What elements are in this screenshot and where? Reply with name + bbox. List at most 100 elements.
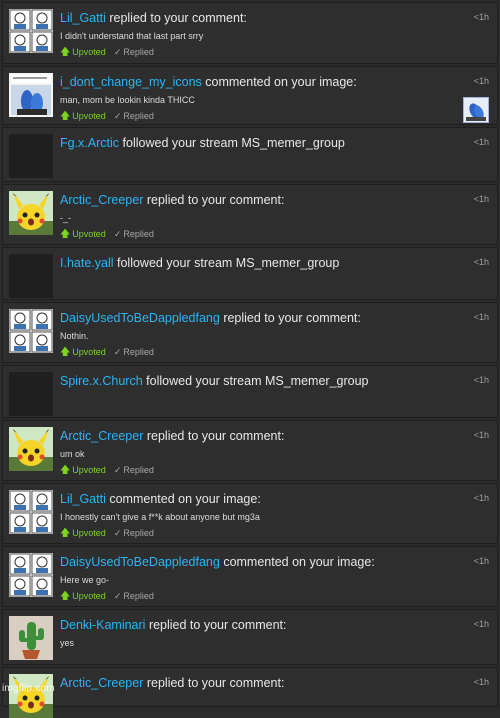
notification-action: followed your stream MS_memer_group xyxy=(146,374,369,388)
checkmark-icon: ✓ xyxy=(113,111,122,121)
feet-image-avatar-icon[interactable] xyxy=(9,73,53,117)
notification-action: replied to your comment: xyxy=(146,429,285,443)
status-row: 🡅 Upvoted ✓ Replied xyxy=(60,47,154,58)
comment-text: Here we go- xyxy=(60,575,110,585)
upvote-button[interactable]: 🡅 Upvoted xyxy=(60,229,106,240)
reply-button[interactable]: ✓ Replied xyxy=(114,591,154,601)
up-arrow-icon: 🡅 xyxy=(60,528,71,539)
blank-avatar-icon[interactable] xyxy=(9,134,53,178)
notification-item[interactable]: Denki-Kaminari replied to your comment: y… xyxy=(2,609,498,665)
timestamp: <1h xyxy=(473,375,489,385)
notification-item[interactable]: i_dont_change_my_icons commented on your… xyxy=(2,66,498,125)
upvoted-label: Upvoted xyxy=(72,528,106,538)
up-arrow-icon: 🡅 xyxy=(60,465,71,476)
notification-item[interactable]: Arctic_Creeper replied to your comment: -… xyxy=(2,184,498,245)
upvoted-label: Upvoted xyxy=(72,591,106,601)
up-arrow-icon: 🡅 xyxy=(60,47,71,58)
status-row: 🡅 Upvoted ✓ Replied xyxy=(60,111,154,122)
checkmark-icon: ✓ xyxy=(113,229,122,239)
notification-item[interactable]: Fg.x.Arctic followed your stream MS_meme… xyxy=(2,127,498,182)
timestamp: <1h xyxy=(473,677,489,687)
blank-avatar-icon[interactable] xyxy=(9,372,53,416)
replied-label: Replied xyxy=(123,347,154,357)
timestamp: <1h xyxy=(473,137,489,147)
upvoted-label: Upvoted xyxy=(72,229,106,239)
notification-item[interactable]: I.hate.yall followed your stream MS_meme… xyxy=(2,247,498,300)
comment-text: I didn't understand that last part srry xyxy=(60,31,204,41)
upvoted-label: Upvoted xyxy=(72,347,106,357)
cactus-avatar-icon[interactable] xyxy=(9,616,53,660)
checkmark-icon: ✓ xyxy=(113,347,122,357)
notification-item[interactable]: Arctic_Creeper replied to your comment: <… xyxy=(2,667,498,718)
username-link[interactable]: Fg.x.Arctic xyxy=(60,136,119,150)
notification-item[interactable]: Arctic_Creeper replied to your comment: u… xyxy=(2,420,498,481)
username-link[interactable]: i_dont_change_my_icons xyxy=(60,75,202,89)
notification-headline: Lil_Gatti commented on your image: xyxy=(60,492,457,507)
imgflip-watermark: imgflip.com xyxy=(2,683,55,694)
reply-button[interactable]: ✓ Replied xyxy=(114,465,154,475)
username-link[interactable]: DaisyUsedToBeDappledfang xyxy=(60,555,220,569)
image-thumbnail-icon[interactable] xyxy=(463,97,489,123)
notification-action: commented on your image: xyxy=(223,555,375,569)
upvote-button[interactable]: 🡅 Upvoted xyxy=(60,528,106,539)
reply-button[interactable]: ✓ Replied xyxy=(114,111,154,121)
meme-face-avatar-icon[interactable] xyxy=(9,309,53,353)
pikachu-avatar-icon[interactable] xyxy=(9,427,53,471)
pikachu-avatar-icon[interactable] xyxy=(9,191,53,235)
reply-button[interactable]: ✓ Replied xyxy=(114,528,154,538)
notification-item[interactable]: Spire.x.Church followed your stream MS_m… xyxy=(2,365,498,418)
meme-face-avatar-icon[interactable] xyxy=(9,553,53,597)
notification-action: replied to your comment: xyxy=(223,311,361,325)
comment-text: yes xyxy=(60,638,75,648)
timestamp: <1h xyxy=(473,312,489,322)
upvoted-label: Upvoted xyxy=(72,465,106,475)
username-link[interactable]: Lil_Gatti xyxy=(60,11,106,25)
timestamp: <1h xyxy=(473,194,489,204)
replied-label: Replied xyxy=(123,465,154,475)
notification-headline: I.hate.yall followed your stream MS_meme… xyxy=(60,256,457,271)
upvoted-label: Upvoted xyxy=(72,111,106,121)
replied-label: Replied xyxy=(123,528,154,538)
notification-item[interactable]: DaisyUsedToBeDappledfang replied to your… xyxy=(2,302,498,363)
meme-face-avatar-icon[interactable] xyxy=(9,490,53,534)
notification-action: followed your stream MS_memer_group xyxy=(117,256,340,270)
notification-headline: Arctic_Creeper replied to your comment: xyxy=(60,676,457,691)
blank-avatar-icon[interactable] xyxy=(9,254,53,298)
reply-button[interactable]: ✓ Replied xyxy=(114,229,154,239)
upvote-button[interactable]: 🡅 Upvoted xyxy=(60,347,106,358)
username-link[interactable]: Denki-Kaminari xyxy=(60,618,145,632)
comment-text: man, mom be lookin kinda THICC xyxy=(60,95,195,105)
checkmark-icon: ✓ xyxy=(113,591,122,601)
replied-label: Replied xyxy=(123,229,154,239)
username-link[interactable]: DaisyUsedToBeDappledfang xyxy=(60,311,220,325)
upvote-button[interactable]: 🡅 Upvoted xyxy=(60,47,106,58)
upvote-button[interactable]: 🡅 Upvoted xyxy=(60,465,106,476)
username-link[interactable]: Arctic_Creeper xyxy=(60,193,143,207)
username-link[interactable]: Arctic_Creeper xyxy=(60,676,143,690)
notification-item[interactable]: Lil_Gatti replied to your comment: I didn… xyxy=(2,2,498,64)
comment-text: -_- xyxy=(60,213,71,223)
reply-button[interactable]: ✓ Replied xyxy=(114,347,154,357)
reply-button[interactable]: ✓ Replied xyxy=(114,47,154,57)
status-row: 🡅 Upvoted ✓ Replied xyxy=(60,465,154,476)
username-link[interactable]: Spire.x.Church xyxy=(60,374,143,388)
username-link[interactable]: I.hate.yall xyxy=(60,256,114,270)
notification-headline: Fg.x.Arctic followed your stream MS_meme… xyxy=(60,136,457,151)
upvote-button[interactable]: 🡅 Upvoted xyxy=(60,111,106,122)
notification-item[interactable]: DaisyUsedToBeDappledfang commented on yo… xyxy=(2,546,498,607)
meme-face-avatar-icon[interactable] xyxy=(9,9,53,53)
status-row: 🡅 Upvoted ✓ Replied xyxy=(60,229,154,240)
username-link[interactable]: Lil_Gatti xyxy=(60,492,106,506)
username-link[interactable]: Arctic_Creeper xyxy=(60,429,143,443)
notification-headline: Lil_Gatti replied to your comment: xyxy=(60,11,457,26)
timestamp: <1h xyxy=(473,619,489,629)
notification-item[interactable]: Lil_Gatti commented on your image: I hone… xyxy=(2,483,498,544)
notification-action: commented on your image: xyxy=(109,492,261,506)
notification-headline: i_dont_change_my_icons commented on your… xyxy=(60,75,457,90)
checkmark-icon: ✓ xyxy=(113,465,122,475)
pikachu-avatar-icon[interactable] xyxy=(9,674,53,718)
upvote-button[interactable]: 🡅 Upvoted xyxy=(60,591,106,602)
status-row: 🡅 Upvoted ✓ Replied xyxy=(60,591,154,602)
status-row: 🡅 Upvoted ✓ Replied xyxy=(60,347,154,358)
replied-label: Replied xyxy=(123,111,154,121)
